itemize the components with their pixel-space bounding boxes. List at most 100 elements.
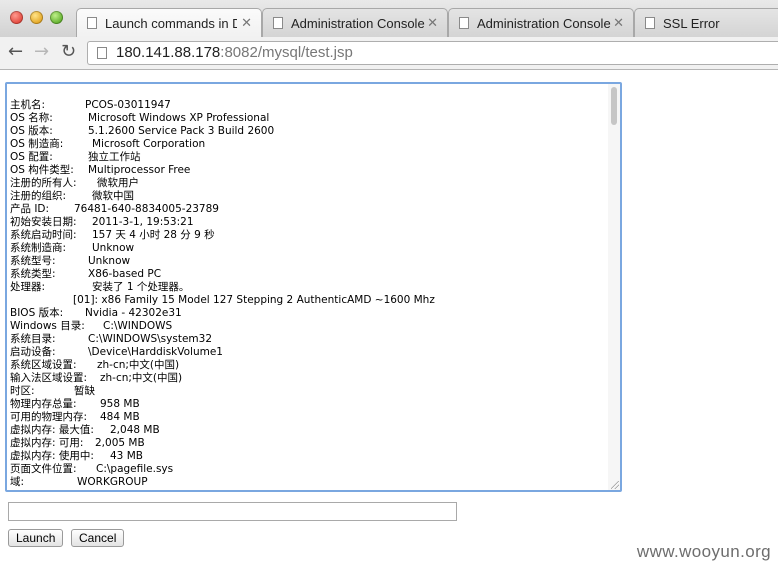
resize-grip-icon[interactable]	[611, 481, 619, 489]
console-line-value: C:\WINDOWS\system32	[88, 333, 212, 345]
console-line: 初始安装日期: 2011-3-1, 19:53:21	[10, 216, 610, 229]
console-line-key: OS 配置:	[10, 151, 53, 163]
console-line-value: 2,005 MB	[95, 437, 145, 449]
console-line-key: OS 构件类型:	[10, 164, 74, 176]
console-line-value: zh-cn;中文(中国)	[97, 359, 180, 371]
page-icon	[273, 17, 283, 29]
command-output-textarea[interactable]: 主机名: PCOS-03011947 OS 名称: Microsoft Windows…	[5, 82, 622, 492]
console-line: 注册的组织: 微软中国	[10, 190, 610, 203]
tab-strip: Launch commands in D:\ ✕ Administration …	[0, 0, 778, 37]
tab-launch-commands[interactable]: Launch commands in D:\ ✕	[76, 8, 262, 37]
console-line-value: 76481-640-8834005-23789	[74, 203, 219, 215]
console-line: 处理器: 安装了 1 个处理器。	[10, 281, 610, 294]
page-icon	[459, 17, 469, 29]
console-line-key: 系统启动时间:	[10, 229, 77, 241]
console-line-key: 可用的物理内存:	[10, 411, 88, 423]
console-line-key: 系统型号:	[10, 255, 56, 267]
console-line-value: [01]: x86 Family 15 Model 127 Stepping 2…	[73, 294, 435, 306]
console-line: 系统型号: Unknow	[10, 255, 610, 268]
console-line-key: 系统制造商:	[10, 242, 67, 254]
console-line: 系统区域设置: zh-cn;中文(中国)	[10, 359, 610, 372]
tab-ssl-error[interactable]: SSL Error	[634, 8, 778, 37]
console-line: 域: WORKGROUP	[10, 476, 610, 489]
console-line-key: 输入法区域设置:	[10, 372, 88, 384]
minimize-window-button[interactable]	[30, 11, 43, 24]
console-line: 系统启动时间: 157 天 4 小时 28 分 9 秒	[10, 229, 610, 242]
console-line-value: 2,048 MB	[110, 424, 160, 436]
reload-icon[interactable]: ↻	[61, 42, 76, 62]
forward-arrow-icon[interactable]: →	[34, 42, 49, 62]
console-line-value: 微软中国	[92, 190, 134, 202]
console-line-value: Microsoft Corporation	[92, 138, 206, 150]
console-line-key: 物理内存总量:	[10, 398, 77, 410]
console-line-value: 安装了 1 个处理器。	[92, 281, 190, 293]
console-line-value: \Device\HarddiskVolume1	[88, 346, 223, 358]
console-line-key: 域:	[10, 476, 25, 488]
tab-administration-console-2[interactable]: Administration Console ✕	[448, 8, 634, 37]
console-line-value: 独立工作站	[88, 151, 141, 163]
launch-button[interactable]: Launch	[8, 529, 64, 547]
console-line: 虚拟内存: 最大值: 2,048 MB	[10, 424, 610, 437]
tab-administration-console-1[interactable]: Administration Console ✕	[262, 8, 448, 37]
console-line-value: zh-cn;中文(中国)	[100, 372, 183, 384]
back-arrow-icon[interactable]: ←	[8, 42, 23, 62]
close-window-button[interactable]	[10, 11, 23, 24]
console-line-key: OS 版本:	[10, 125, 53, 137]
console-line-value: WORKGROUP	[77, 476, 148, 488]
tab-title: Administration Console	[477, 16, 611, 31]
command-output-text: 主机名: PCOS-03011947 OS 名称: Microsoft Windows…	[10, 99, 610, 489]
address-bar[interactable]: 180.141.88.178:8082/mysql/test.jsp	[87, 41, 778, 65]
console-line: 启动设备: \Device\HarddiskVolume1	[10, 346, 610, 359]
zoom-window-button[interactable]	[50, 11, 63, 24]
console-line: OS 配置: 独立工作站	[10, 151, 610, 164]
console-line-key: 注册的所有人:	[10, 177, 77, 189]
console-line: OS 版本: 5.1.2600 Service Pack 3 Build 2600	[10, 125, 610, 138]
console-line: 系统制造商: Unknow	[10, 242, 610, 255]
console-line: 可用的物理内存: 484 MB	[10, 411, 610, 424]
console-line: [01]: x86 Family 15 Model 127 Stepping 2…	[10, 294, 610, 307]
output-scrollbar[interactable]	[608, 84, 620, 490]
close-icon[interactable]: ✕	[427, 15, 438, 31]
console-line-key: OS 制造商:	[10, 138, 64, 150]
tab-title: Launch commands in D:\	[105, 16, 237, 31]
console-line: 产品 ID: 76481-640-8834005-23789	[10, 203, 610, 216]
console-line-key: 注册的组织:	[10, 190, 67, 202]
console-line: Windows 目录: C:\WINDOWS	[10, 320, 610, 333]
console-line-key: 产品 ID:	[10, 203, 50, 215]
console-line-key: 虚拟内存: 最大值:	[10, 424, 94, 436]
console-line-value: 暂缺	[74, 385, 95, 397]
console-line: 物理内存总量: 958 MB	[10, 398, 610, 411]
console-line-key: OS 名称:	[10, 112, 53, 124]
browser-toolbar: ← → ↻ 180.141.88.178:8082/mysql/test.jsp	[0, 37, 778, 70]
command-input[interactable]	[8, 502, 457, 521]
console-line: 系统目录: C:\WINDOWS\system32	[10, 333, 610, 346]
console-line: 时区: 暂缺	[10, 385, 610, 398]
console-line-key: 虚拟内存: 可用:	[10, 437, 84, 449]
console-line: OS 构件类型: Multiprocessor Free	[10, 164, 610, 177]
page-icon	[97, 47, 107, 59]
tab-title: Administration Console	[291, 16, 425, 31]
console-line: 虚拟内存: 可用: 2,005 MB	[10, 437, 610, 450]
console-line: 系统类型: X86-based PC	[10, 268, 610, 281]
console-line-value: 微软用户	[97, 177, 139, 189]
console-line-value: 43 MB	[110, 450, 143, 462]
console-line: 主机名: PCOS-03011947	[10, 99, 610, 112]
console-line-key: 时区:	[10, 385, 35, 397]
console-line: 输入法区域设置: zh-cn;中文(中国)	[10, 372, 610, 385]
console-line-key: 处理器:	[10, 281, 46, 293]
console-line-key: BIOS 版本:	[10, 307, 64, 319]
close-icon[interactable]: ✕	[613, 15, 624, 31]
console-line: 页面文件位置: C:\pagefile.sys	[10, 463, 610, 476]
scrollbar-thumb[interactable]	[611, 87, 617, 125]
watermark: www.wooyun.org	[636, 542, 771, 561]
cancel-button[interactable]: Cancel	[71, 529, 125, 547]
console-line-value: Nvidia - 42302e31	[85, 307, 182, 319]
console-line-value: Unknow	[88, 255, 131, 267]
console-line-value: 484 MB	[100, 411, 140, 423]
console-line-key: 主机名:	[10, 99, 46, 111]
console-line-value: C:\WINDOWS	[103, 320, 173, 332]
url-text: 180.141.88.178:8082/mysql/test.jsp	[116, 44, 353, 61]
console-line-key: 虚拟内存: 使用中:	[10, 450, 94, 462]
close-icon[interactable]: ✕	[241, 15, 252, 31]
console-line-key: 初始安装日期:	[10, 216, 77, 228]
